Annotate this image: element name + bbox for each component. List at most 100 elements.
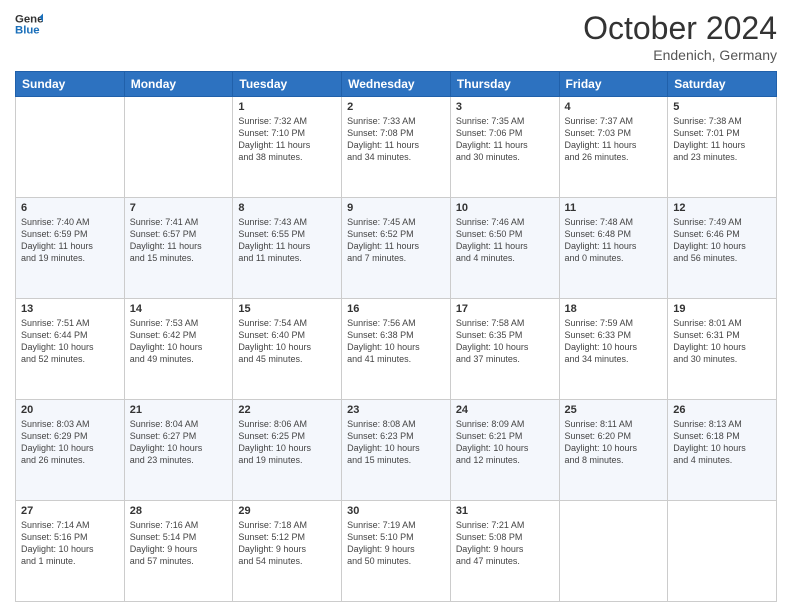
calendar-cell: 6Sunrise: 7:40 AMSunset: 6:59 PMDaylight… — [16, 198, 125, 299]
calendar-cell: 15Sunrise: 7:54 AMSunset: 6:40 PMDayligh… — [233, 299, 342, 400]
calendar-cell: 3 Sunrise: 7:35 AMSunset: 7:06 PMDaylight… — [450, 97, 559, 198]
day-number: 9 — [347, 202, 445, 214]
calendar-table: SundayMondayTuesdayWednesdayThursdayFrid… — [15, 71, 777, 602]
day-number: 20 — [21, 404, 119, 416]
day-info: Sunrise: 7:41 AMSunset: 6:57 PMDaylight:… — [130, 216, 228, 265]
day-info: Sunrise: 8:06 AMSunset: 6:25 PMDaylight:… — [238, 418, 336, 467]
page: General Blue October 2024 Endenich, Germ… — [0, 0, 792, 612]
day-number: 27 — [21, 505, 119, 517]
calendar-cell: 12 Sunrise: 7:49 AMSunset: 6:46 PMDayligh… — [668, 198, 777, 299]
weekday-header-monday: Monday — [124, 72, 233, 97]
day-number: 23 — [347, 404, 445, 416]
day-number: 12 — [673, 202, 771, 214]
svg-text:Blue: Blue — [15, 25, 40, 37]
weekday-header-saturday: Saturday — [668, 72, 777, 97]
calendar-cell: 8Sunrise: 7:43 AMSunset: 6:55 PMDaylight… — [233, 198, 342, 299]
day-number: 22 — [238, 404, 336, 416]
day-info: Sunrise: 7:53 AMSunset: 6:42 PMDaylight:… — [130, 317, 228, 366]
day-number: 4 — [565, 101, 663, 113]
day-info: Sunrise: 7:49 AMSunset: 6:46 PMDaylight:… — [673, 216, 771, 265]
day-number: 13 — [21, 303, 119, 315]
calendar-cell: 2 Sunrise: 7:33 AMSunset: 7:08 PMDaylight… — [342, 97, 451, 198]
calendar-cell: 30Sunrise: 7:19 AMSunset: 5:10 PMDayligh… — [342, 501, 451, 602]
calendar-cell: 13 Sunrise: 7:51 AMSunset: 6:44 PMDayligh… — [16, 299, 125, 400]
day-info: Sunrise: 8:01 AMSunset: 6:31 PMDaylight:… — [673, 317, 771, 366]
day-info: Sunrise: 8:09 AMSunset: 6:21 PMDaylight:… — [456, 418, 554, 467]
day-info: Sunrise: 7:40 AMSunset: 6:59 PMDaylight:… — [21, 216, 119, 265]
calendar-cell: 29 Sunrise: 7:18 AMSunset: 5:12 PMDayligh… — [233, 501, 342, 602]
weekday-header-sunday: Sunday — [16, 72, 125, 97]
day-info: Sunrise: 7:38 AMSunset: 7:01 PMDaylight:… — [673, 115, 771, 164]
title-block: October 2024 Endenich, Germany — [583, 10, 777, 63]
calendar-cell: 23 Sunrise: 8:08 AMSunset: 6:23 PMDayligh… — [342, 400, 451, 501]
day-info: Sunrise: 7:59 AMSunset: 6:33 PMDaylight:… — [565, 317, 663, 366]
calendar-cell — [16, 97, 125, 198]
calendar-cell: 28 Sunrise: 7:16 AMSunset: 5:14 PMDayligh… — [124, 501, 233, 602]
day-number: 19 — [673, 303, 771, 315]
day-info: Sunrise: 7:37 AMSunset: 7:03 PMDaylight:… — [565, 115, 663, 164]
month-title: October 2024 — [583, 10, 777, 47]
day-number: 17 — [456, 303, 554, 315]
day-number: 15 — [238, 303, 336, 315]
weekday-header-tuesday: Tuesday — [233, 72, 342, 97]
day-number: 21 — [130, 404, 228, 416]
day-info: Sunrise: 7:45 AMSunset: 6:52 PMDaylight:… — [347, 216, 445, 265]
day-number: 18 — [565, 303, 663, 315]
day-number: 16 — [347, 303, 445, 315]
day-number: 10 — [456, 202, 554, 214]
day-number: 1 — [238, 101, 336, 113]
day-info: Sunrise: 8:13 AMSunset: 6:18 PMDaylight:… — [673, 418, 771, 467]
day-number: 26 — [673, 404, 771, 416]
logo: General Blue — [15, 10, 43, 38]
header: General Blue October 2024 Endenich, Germ… — [15, 10, 777, 63]
calendar-cell: 22 Sunrise: 8:06 AMSunset: 6:25 PMDayligh… — [233, 400, 342, 501]
calendar-cell: 1 Sunrise: 7:32 AMSunset: 7:10 PMDaylight… — [233, 97, 342, 198]
day-info: Sunrise: 8:11 AMSunset: 6:20 PMDaylight:… — [565, 418, 663, 467]
day-info: Sunrise: 7:18 AMSunset: 5:12 PMDaylight:… — [238, 519, 336, 568]
calendar-cell: 31 Sunrise: 7:21 AMSunset: 5:08 PMDayligh… — [450, 501, 559, 602]
weekday-header-thursday: Thursday — [450, 72, 559, 97]
calendar-cell: 14 Sunrise: 7:53 AMSunset: 6:42 PMDayligh… — [124, 299, 233, 400]
day-number: 31 — [456, 505, 554, 517]
location: Endenich, Germany — [583, 47, 777, 63]
day-info: Sunrise: 8:08 AMSunset: 6:23 PMDaylight:… — [347, 418, 445, 467]
day-info: Sunrise: 7:14 AMSunset: 5:16 PMDaylight:… — [21, 519, 119, 568]
day-number: 5 — [673, 101, 771, 113]
day-number: 7 — [130, 202, 228, 214]
day-info: Sunrise: 7:56 AMSunset: 6:38 PMDaylight:… — [347, 317, 445, 366]
day-number: 14 — [130, 303, 228, 315]
calendar-cell: 5 Sunrise: 7:38 AMSunset: 7:01 PMDaylight… — [668, 97, 777, 198]
calendar-cell: 10 Sunrise: 7:46 AMSunset: 6:50 PMDayligh… — [450, 198, 559, 299]
calendar-cell: 7 Sunrise: 7:41 AMSunset: 6:57 PMDaylight… — [124, 198, 233, 299]
day-info: Sunrise: 7:33 AMSunset: 7:08 PMDaylight:… — [347, 115, 445, 164]
day-info: Sunrise: 7:21 AMSunset: 5:08 PMDaylight:… — [456, 519, 554, 568]
svg-text:General: General — [15, 13, 43, 25]
day-number: 3 — [456, 101, 554, 113]
day-info: Sunrise: 7:32 AMSunset: 7:10 PMDaylight:… — [238, 115, 336, 164]
day-info: Sunrise: 8:03 AMSunset: 6:29 PMDaylight:… — [21, 418, 119, 467]
calendar-cell: 25 Sunrise: 8:11 AMSunset: 6:20 PMDayligh… — [559, 400, 668, 501]
calendar-cell — [124, 97, 233, 198]
calendar-cell: 24 Sunrise: 8:09 AMSunset: 6:21 PMDayligh… — [450, 400, 559, 501]
day-info: Sunrise: 7:19 AMSunset: 5:10 PMDaylight:… — [347, 519, 445, 568]
calendar-cell: 26 Sunrise: 8:13 AMSunset: 6:18 PMDayligh… — [668, 400, 777, 501]
calendar-cell — [559, 501, 668, 602]
logo-icon: General Blue — [15, 10, 43, 38]
day-info: Sunrise: 7:16 AMSunset: 5:14 PMDaylight:… — [130, 519, 228, 568]
day-number: 11 — [565, 202, 663, 214]
calendar-cell: 16 Sunrise: 7:56 AMSunset: 6:38 PMDayligh… — [342, 299, 451, 400]
day-number: 24 — [456, 404, 554, 416]
day-number: 25 — [565, 404, 663, 416]
day-info: Sunrise: 7:46 AMSunset: 6:50 PMDaylight:… — [456, 216, 554, 265]
day-info: Sunrise: 7:51 AMSunset: 6:44 PMDaylight:… — [21, 317, 119, 366]
calendar-cell: 9 Sunrise: 7:45 AMSunset: 6:52 PMDaylight… — [342, 198, 451, 299]
calendar-cell: 4 Sunrise: 7:37 AMSunset: 7:03 PMDaylight… — [559, 97, 668, 198]
weekday-header-friday: Friday — [559, 72, 668, 97]
day-number: 2 — [347, 101, 445, 113]
day-info: Sunrise: 8:04 AMSunset: 6:27 PMDaylight:… — [130, 418, 228, 467]
day-number: 28 — [130, 505, 228, 517]
day-info: Sunrise: 7:35 AMSunset: 7:06 PMDaylight:… — [456, 115, 554, 164]
calendar-cell: 21 Sunrise: 8:04 AMSunset: 6:27 PMDayligh… — [124, 400, 233, 501]
calendar-cell: 18 Sunrise: 7:59 AMSunset: 6:33 PMDayligh… — [559, 299, 668, 400]
day-number: 29 — [238, 505, 336, 517]
